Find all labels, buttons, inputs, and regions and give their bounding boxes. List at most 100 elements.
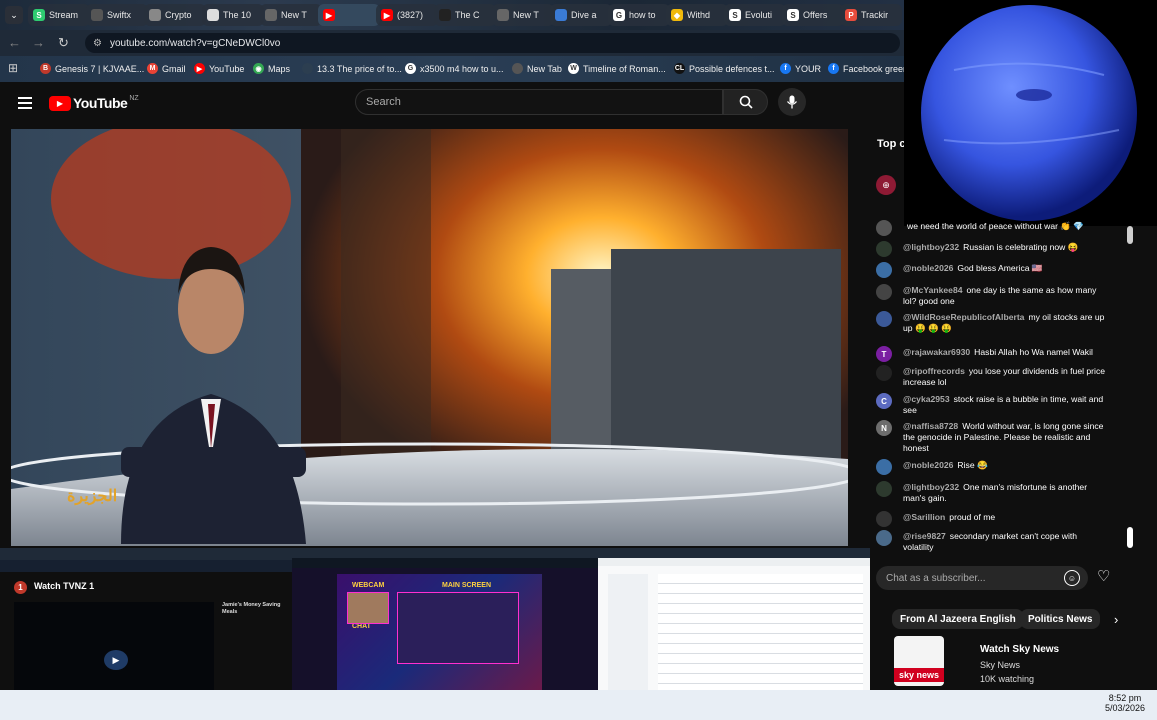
browser-tab[interactable]: S Stream bbox=[28, 4, 90, 26]
search-button[interactable] bbox=[723, 89, 768, 115]
url-field[interactable]: ⚙ youtube.com/watch?v=gCNeDWCl0vo bbox=[85, 33, 900, 53]
chip-al-jazeera[interactable]: From Al Jazeera English bbox=[892, 609, 1024, 629]
chat-avatar[interactable] bbox=[876, 530, 892, 546]
chat-message: we need the world of peace without war 👏… bbox=[903, 221, 1108, 232]
browser-tab[interactable]: P Trackir bbox=[840, 4, 902, 26]
chat-author[interactable]: @McYankee84 bbox=[903, 285, 963, 295]
video-player[interactable]: الجزيرة bbox=[11, 129, 848, 546]
browser-tab[interactable]: ▶ (3827) bbox=[376, 4, 438, 26]
chat-author[interactable]: @rajawakar6930 bbox=[903, 347, 970, 357]
search-placeholder: Search bbox=[366, 96, 401, 108]
browser-tab[interactable]: S Offers bbox=[782, 4, 844, 26]
thumbnail-side-panel: Jamie's Money Saving Meals bbox=[222, 602, 290, 616]
browser-tab[interactable]: ▶ bbox=[318, 4, 380, 26]
bookmark-item[interactable]: W Timeline of Roman... bbox=[568, 61, 666, 76]
rec-channel[interactable]: Sky News bbox=[980, 660, 1020, 670]
youtube-logo[interactable]: ▶ YouTube NZ bbox=[49, 95, 139, 111]
chat-author[interactable]: @naffisa8728 bbox=[903, 421, 958, 431]
chat-scrollbar[interactable] bbox=[1127, 527, 1133, 548]
main-screen-box bbox=[397, 592, 519, 664]
bookmark-label: Timeline of Roman... bbox=[583, 63, 666, 74]
bookmark-item[interactable]: CL Possible defences t... bbox=[674, 61, 775, 76]
browser-tab[interactable]: New T bbox=[260, 4, 322, 26]
chat-avatar[interactable] bbox=[876, 481, 892, 497]
chat-avatar[interactable] bbox=[876, 311, 892, 327]
bookmark-item[interactable]: f YOUR bbox=[780, 61, 821, 76]
chat-avatar[interactable] bbox=[876, 511, 892, 527]
bookmark-item[interactable]: ▶ YouTube bbox=[194, 61, 244, 76]
tab-favicon-icon: S bbox=[729, 9, 741, 21]
chat-author[interactable]: @rise9827 bbox=[903, 531, 946, 541]
chat-input[interactable]: Chat as a subscriber... bbox=[876, 566, 1088, 590]
emoji-icon[interactable]: ☺ bbox=[1064, 570, 1080, 586]
rec-title[interactable]: Watch Sky News bbox=[980, 644, 1059, 655]
menu-icon[interactable] bbox=[18, 97, 32, 109]
chat-avatar[interactable]: C bbox=[876, 393, 892, 409]
reload-icon[interactable]: ↻ bbox=[58, 35, 69, 51]
chat-scrollbar-top[interactable] bbox=[1127, 226, 1133, 244]
back-icon[interactable]: ← bbox=[8, 35, 21, 50]
site-info-icon[interactable]: ⚙ bbox=[93, 38, 102, 49]
browser-tab[interactable]: S Evoluti bbox=[724, 4, 786, 26]
chat-header-title[interactable]: Top c bbox=[877, 138, 906, 150]
chat-text: God bless America 🇺🇸 bbox=[957, 263, 1043, 273]
chat-author[interactable]: @WildRoseRepublicofAlberta bbox=[903, 312, 1024, 322]
browser-tab[interactable]: Dive a bbox=[550, 4, 612, 26]
chat-message: @lightboy232 Russian is celebrating now 😝 bbox=[903, 242, 1108, 253]
browser-tab[interactable]: Crypto bbox=[144, 4, 206, 26]
chat-message: @Sarillion proud of me bbox=[903, 512, 1108, 523]
bookmark-item[interactable]: M Gmail bbox=[147, 61, 186, 76]
chat-author[interactable]: @cyka2953 bbox=[903, 394, 950, 404]
tab-search-icon[interactable]: ⌄ bbox=[5, 6, 23, 24]
bookmark-icon: ◉ bbox=[253, 63, 264, 74]
tab-label: Evoluti bbox=[745, 10, 773, 20]
tab-favicon-icon: P bbox=[845, 9, 857, 21]
window-thumbnail-email[interactable] bbox=[598, 548, 870, 713]
chat-author[interactable]: @Sarillion bbox=[903, 512, 945, 522]
chip-politics-news[interactable]: Politics News bbox=[1020, 609, 1101, 629]
bookmark-label: Maps bbox=[268, 63, 291, 74]
window-thumbnail-tvnz[interactable]: 1 Watch TVNZ 1 ▶ Jamie's Money Saving Me… bbox=[0, 548, 292, 713]
apps-grid-icon[interactable]: ⊞ bbox=[8, 61, 18, 75]
chat-avatar[interactable] bbox=[876, 241, 892, 257]
chat-avatar[interactable] bbox=[876, 365, 892, 381]
browser-tab[interactable]: Ghow to bbox=[608, 4, 670, 26]
chat-author[interactable]: @lightboy232 bbox=[903, 482, 959, 492]
browser-tab[interactable]: New T bbox=[492, 4, 554, 26]
voice-search-button[interactable] bbox=[778, 88, 806, 116]
chat-author[interactable]: @lightboy232 bbox=[903, 242, 959, 252]
bookmark-item[interactable]: New Tab bbox=[512, 61, 562, 76]
youtube-wordmark: YouTube bbox=[73, 95, 128, 111]
browser-tab[interactable]: The 10 bbox=[202, 4, 264, 26]
taskbar-clock[interactable]: 8:52 pm 5/03/2026 bbox=[1095, 693, 1155, 713]
bookmark-item[interactable]: f Facebook green bbox=[828, 61, 908, 76]
bookmark-item[interactable]: B Genesis 7 | KJVAAE... bbox=[40, 61, 144, 76]
bookmark-item[interactable]: 13.3 The price of to... bbox=[302, 61, 402, 76]
chat-author[interactable]: @noble2026 bbox=[903, 460, 953, 470]
chat-avatar[interactable] bbox=[876, 220, 892, 236]
pinned-avatar: ⊕ bbox=[876, 175, 896, 195]
video-frame-news-studio bbox=[11, 129, 848, 546]
clock-time: 8:52 pm bbox=[1108, 693, 1142, 703]
chat-avatar[interactable]: N bbox=[876, 420, 892, 436]
bookmark-icon bbox=[302, 63, 313, 74]
chevron-right-icon[interactable]: › bbox=[1114, 612, 1118, 627]
heart-icon[interactable]: ♡ bbox=[1097, 567, 1110, 585]
chat-avatar[interactable]: T bbox=[876, 346, 892, 362]
forward-icon[interactable]: → bbox=[32, 35, 45, 50]
bookmark-item[interactable]: ◉ Maps bbox=[253, 61, 290, 76]
play-icon[interactable]: ▶ bbox=[104, 650, 128, 670]
browser-tab[interactable]: ◆ Withd bbox=[666, 4, 728, 26]
thumbnail-tab-bar bbox=[598, 548, 870, 558]
chat-author[interactable]: @noble2026 bbox=[903, 263, 953, 273]
rec-thumbnail[interactable]: sky news bbox=[894, 636, 944, 686]
browser-tab[interactable]: Swiftx bbox=[86, 4, 148, 26]
window-thumbnail-stream[interactable]: WEBCAM MAIN SCREEN CHAT bbox=[292, 548, 598, 713]
chat-author[interactable]: @ripoffrecords bbox=[903, 366, 965, 376]
chat-avatar[interactable] bbox=[876, 262, 892, 278]
browser-tab[interactable]: The C bbox=[434, 4, 496, 26]
chat-avatar[interactable] bbox=[876, 459, 892, 475]
search-input[interactable]: Search bbox=[355, 89, 723, 115]
bookmark-item[interactable]: Gx3500 m4 how to u... bbox=[405, 61, 504, 76]
chat-avatar[interactable] bbox=[876, 284, 892, 300]
